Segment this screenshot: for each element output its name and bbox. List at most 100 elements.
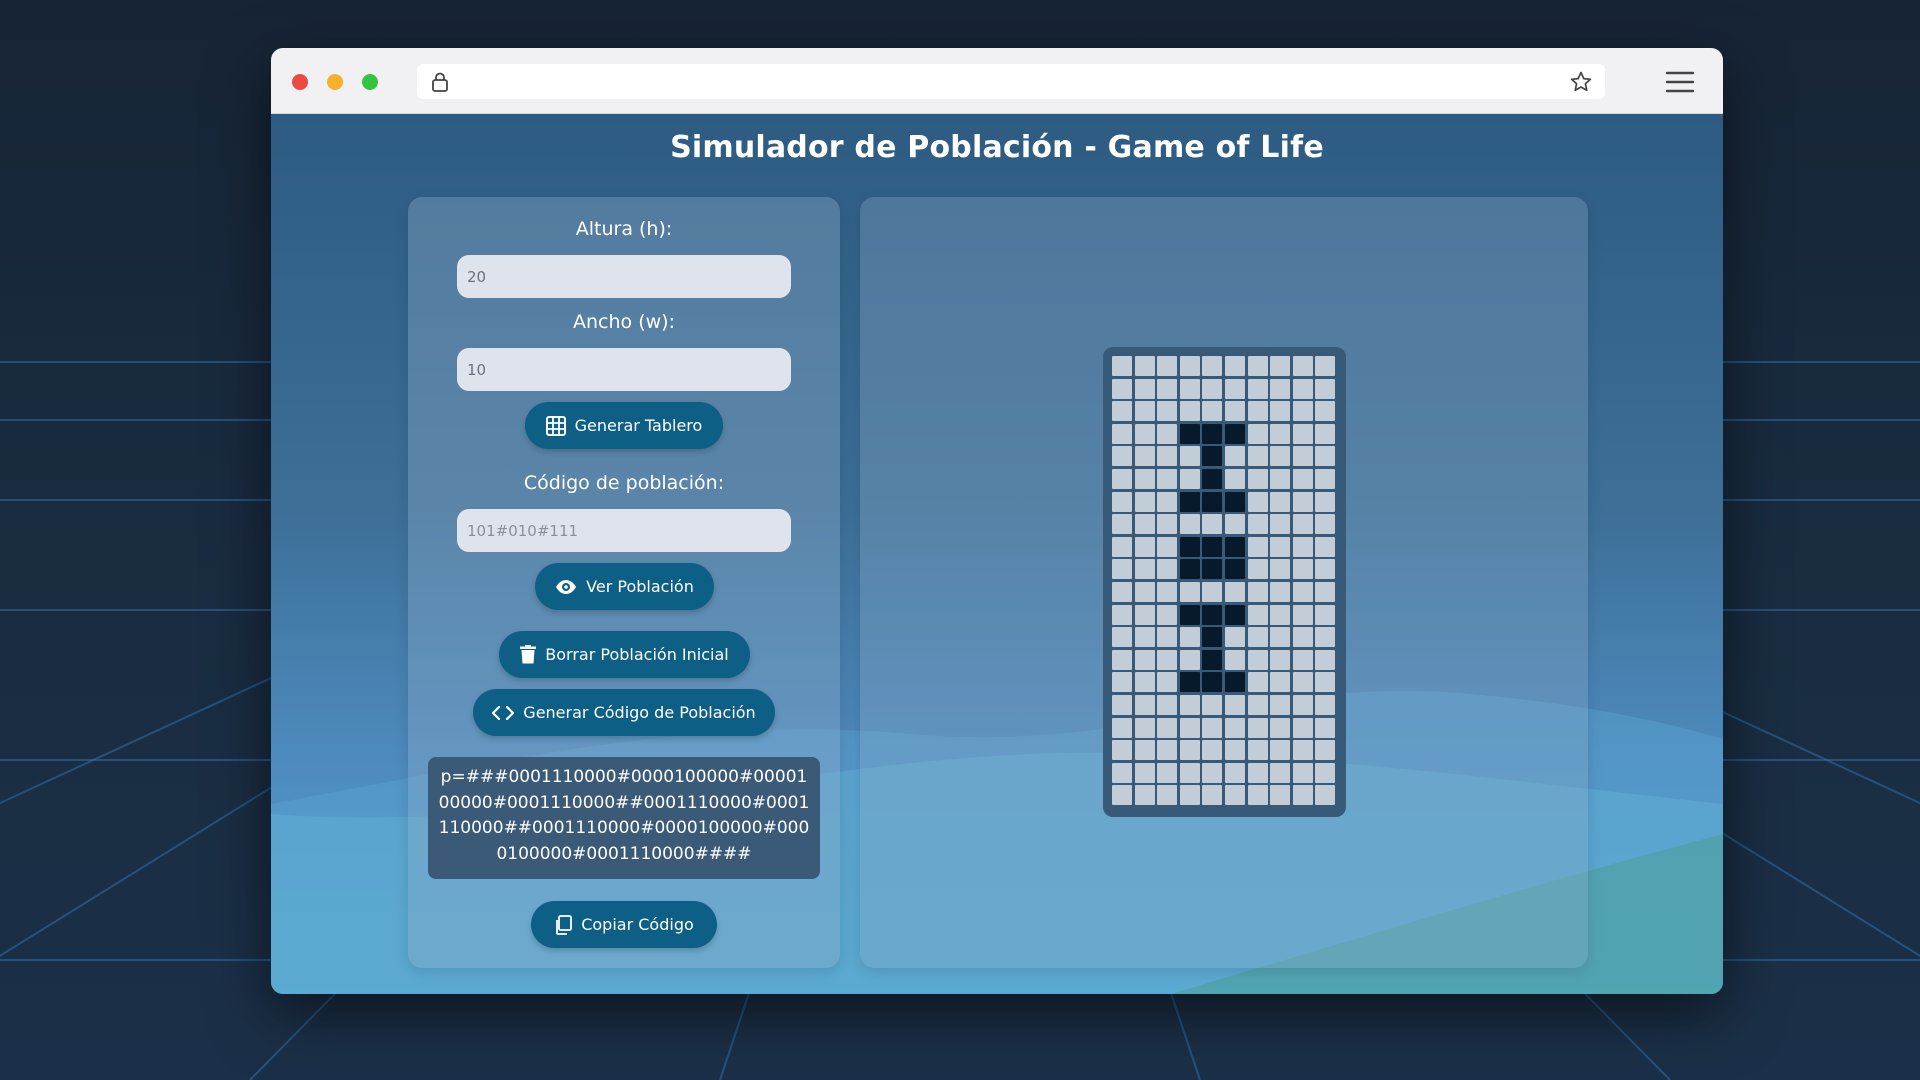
board-cell[interactable] [1270, 581, 1291, 602]
generate-board-button[interactable]: Generar Tablero [525, 402, 723, 449]
board-cell[interactable] [1157, 581, 1178, 602]
minimize-window-button[interactable] [327, 74, 343, 90]
board-cell-alive[interactable] [1202, 536, 1223, 557]
board-cell[interactable] [1112, 694, 1132, 715]
board-cell[interactable] [1292, 468, 1313, 489]
board-cell-alive[interactable] [1202, 423, 1223, 444]
board-cell[interactable] [1157, 717, 1178, 738]
board-cell[interactable] [1112, 536, 1132, 557]
close-window-button[interactable] [292, 74, 308, 90]
board-cell[interactable] [1112, 378, 1132, 399]
board-cell[interactable] [1315, 468, 1336, 489]
board-cell[interactable] [1315, 627, 1336, 648]
board-cell[interactable] [1224, 694, 1245, 715]
board-cell[interactable] [1202, 378, 1223, 399]
board-cell[interactable] [1315, 378, 1336, 399]
copy-code-button[interactable]: Copiar Código [531, 901, 717, 948]
board-cell[interactable] [1270, 468, 1291, 489]
board-cell-alive[interactable] [1224, 491, 1245, 512]
board-cell-alive[interactable] [1224, 536, 1245, 557]
board-cell[interactable] [1315, 717, 1336, 738]
board-cell[interactable] [1292, 649, 1313, 670]
board-cell[interactable] [1134, 649, 1155, 670]
board-cell[interactable] [1270, 627, 1291, 648]
board-cell[interactable] [1179, 627, 1200, 648]
board-cell[interactable] [1157, 514, 1178, 535]
board-cell[interactable] [1157, 536, 1178, 557]
board-cell[interactable] [1112, 581, 1132, 602]
board-cell[interactable] [1134, 356, 1155, 376]
board-cell[interactable] [1315, 423, 1336, 444]
board-cell[interactable] [1112, 785, 1132, 806]
board-cell[interactable] [1315, 604, 1336, 625]
board-cell[interactable] [1270, 740, 1291, 761]
board-cell[interactable] [1292, 604, 1313, 625]
board-cell[interactable] [1134, 378, 1155, 399]
board-cell[interactable] [1202, 514, 1223, 535]
board-cell[interactable] [1292, 378, 1313, 399]
board-cell[interactable] [1315, 740, 1336, 761]
board-cell[interactable] [1157, 672, 1178, 693]
board-cell[interactable] [1292, 536, 1313, 557]
board-cell-alive[interactable] [1179, 604, 1200, 625]
board-cell[interactable] [1270, 536, 1291, 557]
board-cell[interactable] [1247, 740, 1268, 761]
board-cell[interactable] [1292, 491, 1313, 512]
board-cell[interactable] [1292, 559, 1313, 580]
board-cell[interactable] [1224, 740, 1245, 761]
board-cell-alive[interactable] [1179, 559, 1200, 580]
board-cell[interactable] [1315, 356, 1336, 376]
board-cell[interactable] [1179, 762, 1200, 783]
board-cell[interactable] [1202, 762, 1223, 783]
maximize-window-button[interactable] [362, 74, 378, 90]
board-cell[interactable] [1270, 559, 1291, 580]
board-cell[interactable] [1224, 378, 1245, 399]
board-cell[interactable] [1292, 740, 1313, 761]
board-cell-alive[interactable] [1224, 423, 1245, 444]
board-cell[interactable] [1247, 514, 1268, 535]
board-cell[interactable] [1270, 672, 1291, 693]
board-cell[interactable] [1134, 468, 1155, 489]
board-cell[interactable] [1270, 717, 1291, 738]
board-cell[interactable] [1224, 446, 1245, 467]
board-cell[interactable] [1134, 514, 1155, 535]
address-bar[interactable] [417, 64, 1605, 99]
board-cell[interactable] [1112, 446, 1132, 467]
board-cell[interactable] [1157, 785, 1178, 806]
board-cell[interactable] [1247, 581, 1268, 602]
board-cell[interactable] [1179, 378, 1200, 399]
hamburger-menu-icon[interactable] [1665, 70, 1695, 94]
board-cell[interactable] [1292, 717, 1313, 738]
board-cell[interactable] [1292, 446, 1313, 467]
board-cell[interactable] [1224, 649, 1245, 670]
board-cell[interactable] [1134, 446, 1155, 467]
board-cell[interactable] [1112, 717, 1132, 738]
board-cell[interactable] [1112, 514, 1132, 535]
board-cell[interactable] [1134, 423, 1155, 444]
board-cell[interactable] [1134, 785, 1155, 806]
board-cell[interactable] [1179, 514, 1200, 535]
board-cell[interactable] [1315, 649, 1336, 670]
board-cell[interactable] [1157, 694, 1178, 715]
board-cell[interactable] [1270, 356, 1291, 376]
board-cell[interactable] [1112, 649, 1132, 670]
generate-code-button[interactable]: Generar Código de Población [473, 689, 775, 736]
board-cell[interactable] [1247, 627, 1268, 648]
view-population-button[interactable]: Ver Población [535, 563, 714, 610]
board-cell[interactable] [1134, 694, 1155, 715]
board-cell[interactable] [1112, 468, 1132, 489]
board-cell[interactable] [1157, 762, 1178, 783]
board-cell[interactable] [1179, 785, 1200, 806]
board-cell[interactable] [1134, 559, 1155, 580]
board-cell[interactable] [1270, 378, 1291, 399]
board-cell[interactable] [1157, 401, 1178, 422]
board-cell[interactable] [1112, 356, 1132, 376]
board-cell[interactable] [1247, 717, 1268, 738]
board-cell[interactable] [1112, 559, 1132, 580]
board-cell[interactable] [1224, 468, 1245, 489]
board-cell[interactable] [1157, 423, 1178, 444]
board-cell[interactable] [1315, 762, 1336, 783]
board-cell[interactable] [1202, 694, 1223, 715]
board-cell[interactable] [1134, 627, 1155, 648]
board-cell[interactable] [1112, 627, 1132, 648]
